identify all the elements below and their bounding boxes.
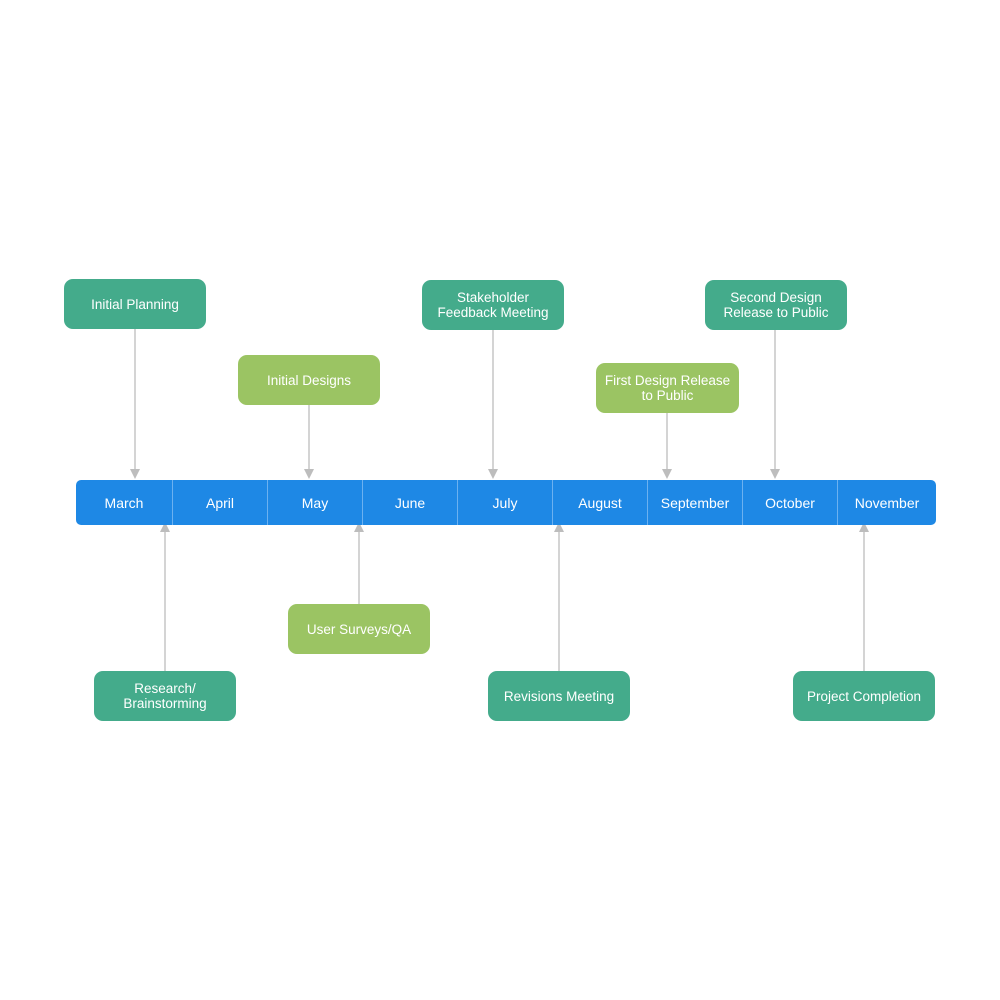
event-project-completion[interactable]: Project Completion bbox=[793, 671, 935, 721]
month-march[interactable]: March bbox=[76, 480, 173, 525]
event-initial-planning[interactable]: Initial Planning bbox=[64, 279, 206, 329]
month-july[interactable]: July bbox=[458, 480, 553, 525]
month-june[interactable]: June bbox=[363, 480, 458, 525]
connector-stakeholder-feedback-arrowhead-icon bbox=[488, 469, 498, 479]
timeline-bar: March April May June July August Septemb… bbox=[76, 480, 936, 525]
month-april[interactable]: April bbox=[173, 480, 268, 525]
connector-second-design-release-arrowhead-icon bbox=[770, 469, 780, 479]
timeline-diagram: March April May June July August Septemb… bbox=[0, 0, 1000, 1000]
connector-first-design-release-arrowhead-icon bbox=[662, 469, 672, 479]
event-revisions-meeting[interactable]: Revisions Meeting bbox=[488, 671, 630, 721]
event-stakeholder-feedback-meeting[interactable]: Stakeholder Feedback Meeting bbox=[422, 280, 564, 330]
event-first-design-release[interactable]: First Design Release to Public bbox=[596, 363, 739, 413]
event-research-brainstorming[interactable]: Research/ Brainstorming bbox=[94, 671, 236, 721]
connector-initial-designs-arrowhead-icon bbox=[304, 469, 314, 479]
month-september[interactable]: September bbox=[648, 480, 743, 525]
month-august[interactable]: August bbox=[553, 480, 648, 525]
month-november[interactable]: November bbox=[838, 480, 936, 525]
event-user-surveys-qa[interactable]: User Surveys/QA bbox=[288, 604, 430, 654]
connector-initial-planning-arrowhead-icon bbox=[130, 469, 140, 479]
month-may[interactable]: May bbox=[268, 480, 363, 525]
month-october[interactable]: October bbox=[743, 480, 838, 525]
event-initial-designs[interactable]: Initial Designs bbox=[238, 355, 380, 405]
event-second-design-release[interactable]: Second Design Release to Public bbox=[705, 280, 847, 330]
